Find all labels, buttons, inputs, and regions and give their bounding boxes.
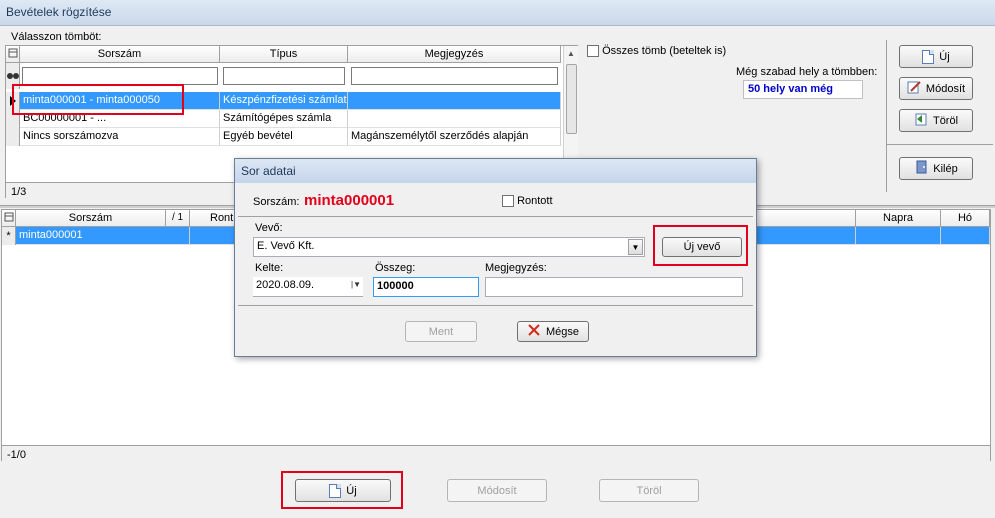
modify-button-label: Módosít (925, 82, 966, 95)
sorszam-value: minta000001 (304, 192, 395, 209)
scroll-up-icon[interactable]: ▲ (564, 49, 578, 58)
table-row-cell[interactable] (941, 227, 990, 245)
table-row-cell[interactable] (856, 227, 941, 245)
customer-select-value: E. Vevő Kft. (257, 240, 315, 252)
exit-button[interactable]: Kilép (899, 157, 973, 180)
table-row-cell[interactable]: Számítógépes számla (220, 110, 348, 128)
kelte-label: Kelte: (255, 262, 284, 274)
megjegyzes-label: Megjegyzés: (485, 262, 547, 274)
dialog-title: Sor adatai (235, 159, 756, 183)
divider (886, 144, 993, 145)
date-value: 2020.08.09. (256, 279, 315, 291)
note-input[interactable] (485, 277, 743, 297)
osszeg-label: Összeg: (375, 262, 416, 274)
rontott-checkbox[interactable]: Rontott (502, 195, 553, 208)
col-header-ho[interactable]: Hó (941, 210, 990, 227)
table-row-cell[interactable]: Készpénzfizetési számlat... (220, 92, 348, 110)
col-sort-indicator: / 1 (166, 210, 190, 227)
table-row-cell[interactable] (348, 92, 561, 110)
bottom-delete-button[interactable]: Töröl (599, 479, 699, 502)
grid-corner-icon[interactable] (2, 210, 16, 227)
bottom-grid-status: -1/0 (2, 445, 990, 461)
col-header-sorszam[interactable]: Sorszám (20, 46, 220, 63)
bottom-new-button[interactable]: Új (295, 479, 391, 502)
save-button[interactable]: Ment (405, 321, 477, 342)
checkbox-box[interactable] (502, 195, 514, 208)
table-row-cell[interactable]: minta000001 (16, 227, 190, 245)
grid-corner-icon[interactable] (6, 46, 20, 63)
rontott-label: Rontott (517, 195, 553, 207)
divider (886, 40, 887, 192)
table-row-cell[interactable]: Egyéb bevétel (220, 128, 348, 146)
col-header-sorszam[interactable]: Sorszám (16, 210, 166, 227)
cancel-button[interactable]: Mégse (517, 321, 589, 342)
row-details-dialog: Sor adatai Sorszám: minta000001 Rontott … (234, 158, 757, 357)
new-button-label: Új (939, 50, 950, 63)
date-dropdown-icon[interactable]: |▼ (351, 280, 361, 289)
document-icon (329, 483, 342, 498)
amount-input[interactable]: 100000 (373, 277, 479, 297)
filter-tipus-input[interactable] (223, 67, 345, 85)
all-blocks-label: Összes tömb (beteltek is) (602, 45, 727, 57)
bottom-modify-button[interactable]: Módosít (447, 479, 547, 502)
document-icon (922, 49, 935, 64)
all-blocks-checkbox[interactable]: Összes tömb (beteltek is) (587, 45, 727, 58)
bottom-modify-label: Módosít (477, 484, 517, 497)
new-customer-button[interactable]: Új vevő (662, 237, 742, 257)
col-header-tipus[interactable]: Típus (220, 46, 348, 63)
highlight-box (12, 84, 184, 115)
chevron-down-icon[interactable]: ▼ (628, 239, 643, 255)
delete-button-label: Töröl (932, 114, 959, 127)
free-space-value: 50 hely van még (743, 80, 863, 99)
delete-arrows-icon (914, 112, 928, 129)
table-row-cell[interactable]: Magánszemélytől szerződés alapján (348, 128, 561, 146)
select-block-label: Válasszon tömböt: (11, 31, 102, 43)
bottom-delete-label: Töröl (636, 484, 662, 497)
sorszam-label: Sorszám: (253, 196, 300, 208)
table-row-cell[interactable]: Nincs sorszámozva (20, 128, 220, 146)
new-button[interactable]: Új (899, 45, 973, 68)
divider (238, 216, 753, 217)
col-header-megjegyzes[interactable]: Megjegyzés (348, 46, 561, 63)
edit-pencil-icon (907, 80, 921, 97)
checkbox-box[interactable] (587, 45, 599, 58)
vevo-label: Vevő: (255, 222, 283, 234)
close-icon (527, 324, 541, 339)
filter-sorszam-input[interactable] (22, 67, 218, 85)
col-header-rontott[interactable]: Ront (190, 210, 236, 227)
window-title: Bevételek rögzítése (0, 0, 995, 26)
save-button-label: Ment (428, 325, 454, 338)
date-input[interactable]: 2020.08.09. |▼ (253, 277, 363, 297)
new-row-asterisk-icon: * (2, 227, 16, 245)
new-customer-label: Új vevő (683, 241, 721, 253)
exit-button-label: Kilép (933, 162, 958, 175)
filter-megjegyzes-input[interactable] (351, 67, 558, 85)
divider (238, 305, 753, 306)
row-indicator (6, 128, 20, 146)
cancel-button-label: Mégse (545, 325, 580, 338)
free-space-label: Még szabad hely a tömbben: (736, 66, 878, 78)
table-row-cell[interactable] (348, 110, 561, 128)
delete-button[interactable]: Töröl (899, 109, 973, 132)
modify-button[interactable]: Módosít (899, 77, 973, 100)
scroll-thumb[interactable] (566, 64, 577, 134)
exit-door-icon (914, 160, 928, 177)
customer-select[interactable]: E. Vevő Kft. ▼ (253, 237, 645, 257)
bottom-new-label: Új (346, 484, 357, 497)
col-header-napra[interactable]: Napra (856, 210, 941, 227)
